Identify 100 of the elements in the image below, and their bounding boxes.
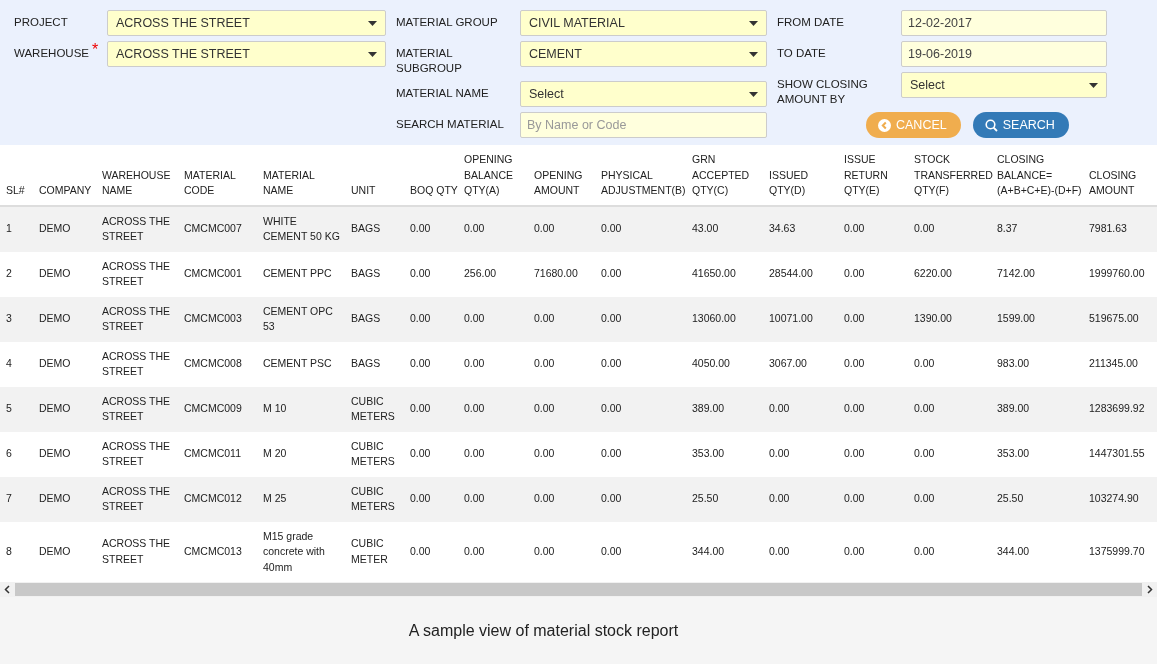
- field-label: SEARCH MATERIAL: [396, 117, 504, 132]
- table-cell: 43.00: [686, 205, 763, 252]
- table-cell: M 10: [257, 386, 345, 432]
- table-cell: 0.00: [458, 341, 528, 387]
- table-cell: 28544.00: [763, 251, 838, 297]
- required-mark: *: [92, 41, 99, 60]
- table-cell: 7142.00: [991, 251, 1083, 297]
- table-cell: 0.00: [595, 521, 686, 582]
- table-cell: 0.00: [404, 341, 458, 387]
- column-header: MATERIAL CODE: [178, 145, 257, 206]
- table-cell: CEMENT OPC 53: [257, 296, 345, 342]
- table-cell: CMCMC012: [178, 476, 257, 522]
- caret-down-icon: [749, 51, 758, 57]
- column-header: GRN ACCEPTED QTY(C): [686, 145, 763, 206]
- table-cell: 0.00: [763, 431, 838, 477]
- table-cell: 0.00: [458, 205, 528, 252]
- table-cell: ACROSS THE STREET: [96, 386, 178, 432]
- caret-down-icon: [749, 20, 758, 26]
- table-cell: 2: [0, 251, 33, 297]
- table-cell: ACROSS THE STREET: [96, 521, 178, 582]
- table-cell: 0.00: [528, 386, 595, 432]
- table-cell: 13060.00: [686, 296, 763, 342]
- dropdown[interactable]: ACROSS THE STREET: [107, 10, 386, 36]
- table-cell: 0.00: [404, 205, 458, 252]
- table-cell: 0.00: [404, 251, 458, 297]
- dropdown[interactable]: CIVIL MATERIAL: [520, 10, 767, 36]
- search-field[interactable]: By Name or Code: [520, 112, 767, 138]
- table-cell: 10071.00: [763, 296, 838, 342]
- table-cell: CMCMC003: [178, 296, 257, 342]
- table-cell: 7981.63: [1083, 205, 1157, 252]
- dropdown[interactable]: CEMENT: [520, 41, 767, 67]
- table-cell: 0.00: [528, 341, 595, 387]
- table-cell: 519675.00: [1083, 296, 1157, 342]
- table-cell: BAGS: [345, 251, 404, 297]
- table-cell: 6220.00: [908, 251, 991, 297]
- table-cell: 0.00: [404, 476, 458, 522]
- table-cell: 0.00: [404, 521, 458, 582]
- table-cell: 0.00: [404, 386, 458, 432]
- table-cell: DEMO: [33, 205, 96, 252]
- table-cell: CMCMC009: [178, 386, 257, 432]
- table-cell: CUBIC METERS: [345, 476, 404, 522]
- table-cell: M15 grade concrete with 40mm: [257, 521, 345, 582]
- date-field[interactable]: 19-06-2019: [901, 41, 1107, 67]
- table-cell: 5: [0, 386, 33, 432]
- table-cell: 0.00: [595, 476, 686, 522]
- column-header: MATERIAL NAME: [257, 145, 345, 206]
- table-cell: 0.00: [458, 431, 528, 477]
- table-cell: CMCMC013: [178, 521, 257, 582]
- table-cell: 7: [0, 476, 33, 522]
- column-header: ISSUE RETURN QTY(E): [838, 145, 908, 206]
- table-cell: DEMO: [33, 296, 96, 342]
- table-cell: 0.00: [908, 476, 991, 522]
- horizontal-scrollbar[interactable]: [0, 582, 1157, 597]
- table-cell: CMCMC007: [178, 205, 257, 252]
- table-cell: CMCMC011: [178, 431, 257, 477]
- dropdown[interactable]: Select: [901, 72, 1107, 98]
- scrollbar-thumb[interactable]: [15, 583, 1142, 596]
- dropdown[interactable]: ACROSS THE STREET: [107, 41, 386, 67]
- table-cell: 0.00: [763, 521, 838, 582]
- column-header: PHYSICAL ADJUSTMENT(B): [595, 145, 686, 206]
- table-cell: 25.50: [686, 476, 763, 522]
- table-cell: 389.00: [991, 386, 1083, 432]
- date-field[interactable]: 12-02-2017: [901, 10, 1107, 36]
- field-label: WAREHOUSE: [14, 46, 89, 61]
- table-cell: 41650.00: [686, 251, 763, 297]
- table-cell: 4: [0, 341, 33, 387]
- table-cell: 0.00: [528, 476, 595, 522]
- field-label: PROJECT: [14, 15, 68, 30]
- table-cell: M 25: [257, 476, 345, 522]
- table-cell: 0.00: [838, 205, 908, 252]
- table-cell: 4050.00: [686, 341, 763, 387]
- column-header: OPENING BALANCE QTY(A): [458, 145, 528, 206]
- table-cell: 353.00: [686, 431, 763, 477]
- column-header: UNIT: [345, 145, 404, 206]
- table-cell: 3: [0, 296, 33, 342]
- table-cell: 1283699.92: [1083, 386, 1157, 432]
- table-cell: 3067.00: [763, 341, 838, 387]
- table-cell: 0.00: [838, 521, 908, 582]
- table-cell: 0.00: [838, 251, 908, 297]
- table-cell: BAGS: [345, 341, 404, 387]
- table-cell: 1390.00: [908, 296, 991, 342]
- field-label: TO DATE: [777, 46, 826, 61]
- table-cell: 0.00: [595, 386, 686, 432]
- table-cell: 389.00: [686, 386, 763, 432]
- table-cell: BAGS: [345, 205, 404, 252]
- table-cell: 71680.00: [528, 251, 595, 297]
- dropdown[interactable]: Select: [520, 81, 767, 107]
- table-cell: 1: [0, 205, 33, 252]
- column-header: COMPANY: [33, 145, 96, 206]
- table-cell: 0.00: [763, 386, 838, 432]
- caret-down-icon: [749, 91, 758, 97]
- search-button[interactable]: SEARCH: [972, 112, 1069, 138]
- table-cell: 0.00: [908, 205, 991, 252]
- search-icon: [984, 118, 998, 132]
- table-cell: 0.00: [763, 476, 838, 522]
- table-cell: CUBIC METERS: [345, 431, 404, 477]
- table-cell: 8: [0, 521, 33, 582]
- column-header: OPENING AMOUNT: [528, 145, 595, 206]
- column-header: ISSUED QTY(D): [763, 145, 838, 206]
- table-cell: 256.00: [458, 251, 528, 297]
